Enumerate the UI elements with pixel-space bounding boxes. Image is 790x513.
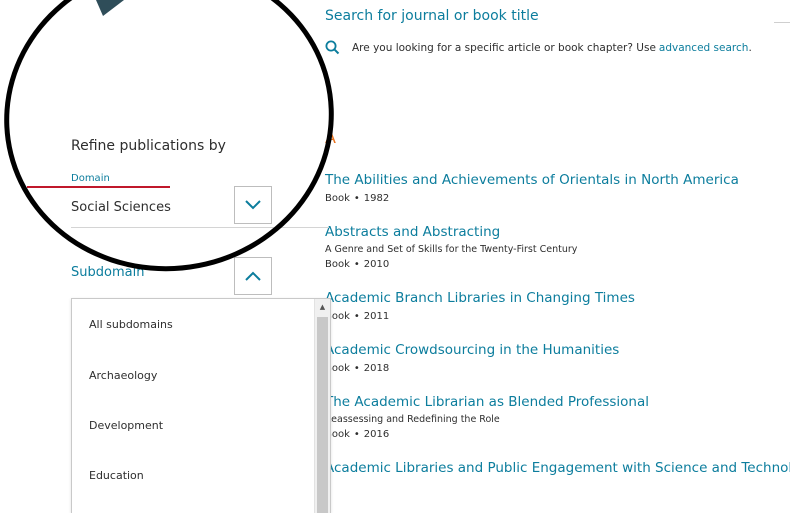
result-meta: Book • 2018	[325, 363, 390, 374]
list-item: The Abilities and Achievements of Orient…	[325, 171, 790, 206]
domain-select-value[interactable]: Social Sciences	[71, 200, 171, 215]
list-item: Abstracts and Abstracting A Genre and Se…	[325, 223, 790, 272]
result-title[interactable]: Academic Branch Libraries in Changing Ti…	[325, 289, 790, 307]
result-subtitle: A Genre and Set of Skills for the Twenty…	[325, 244, 578, 255]
list-item: The Academic Librarian as Blended Profes…	[325, 393, 790, 442]
result-meta: Book • 2011	[325, 311, 390, 322]
list-item: Academic Libraries and Public Engagement…	[325, 459, 790, 477]
chevron-up-icon	[245, 271, 261, 281]
subdomain-option[interactable]: Archaeology	[72, 351, 314, 401]
divider	[774, 22, 790, 23]
result-meta: Book • 2010	[325, 259, 390, 270]
subdomain-dropdown: All subdomains Archaeology Development E…	[71, 298, 331, 513]
list-item: Academic Branch Libraries in Changing Ti…	[325, 289, 790, 324]
subdomain-options: All subdomains Archaeology Development E…	[72, 299, 314, 513]
search-hint: Are you looking for a specific article o…	[325, 40, 752, 55]
chevron-down-icon	[245, 200, 261, 210]
advanced-search-link[interactable]: advanced search	[659, 42, 749, 54]
result-title[interactable]: Abstracts and Abstracting	[325, 223, 790, 241]
annotation-underline	[27, 186, 170, 188]
scrollbar-thumb[interactable]	[317, 317, 328, 513]
result-title[interactable]: The Academic Librarian as Blended Profes…	[325, 393, 790, 411]
divider	[71, 227, 329, 228]
scrollbar[interactable]: ▲	[314, 299, 330, 513]
result-title[interactable]: Academic Libraries and Public Engagement…	[325, 459, 790, 477]
list-item: Academic Crowdsourcing in the Humanities…	[325, 341, 790, 376]
subdomain-label[interactable]: Subdomain	[71, 265, 144, 280]
subdomain-option[interactable]: Education	[72, 451, 314, 501]
result-subtitle: Reassessing and Redefining the Role	[325, 414, 500, 425]
search-hint-end: .	[748, 41, 752, 54]
letter-heading: A	[325, 128, 336, 147]
domain-expand-button[interactable]	[234, 186, 272, 224]
annotation-arrow-icon	[96, 0, 124, 16]
scroll-up-arrow-icon[interactable]: ▲	[315, 299, 330, 315]
subdomain-collapse-button[interactable]	[234, 257, 272, 295]
refine-title: Refine publications by	[71, 138, 226, 154]
result-meta: Book • 1982	[325, 193, 390, 204]
result-title[interactable]: The Abilities and Achievements of Orient…	[325, 171, 790, 189]
search-hint-text: Are you looking for a specific article o…	[352, 41, 656, 54]
result-meta: Book • 2016	[325, 429, 390, 440]
search-title[interactable]: Search for journal or book title	[325, 8, 539, 24]
result-title[interactable]: Academic Crowdsourcing in the Humanities	[325, 341, 790, 359]
search-icon	[325, 40, 340, 55]
subdomain-option[interactable]: Development	[72, 401, 314, 451]
results-list: The Abilities and Achievements of Orient…	[325, 171, 790, 494]
domain-label: Domain	[71, 173, 110, 184]
subdomain-option[interactable]: All subdomains	[72, 299, 314, 351]
